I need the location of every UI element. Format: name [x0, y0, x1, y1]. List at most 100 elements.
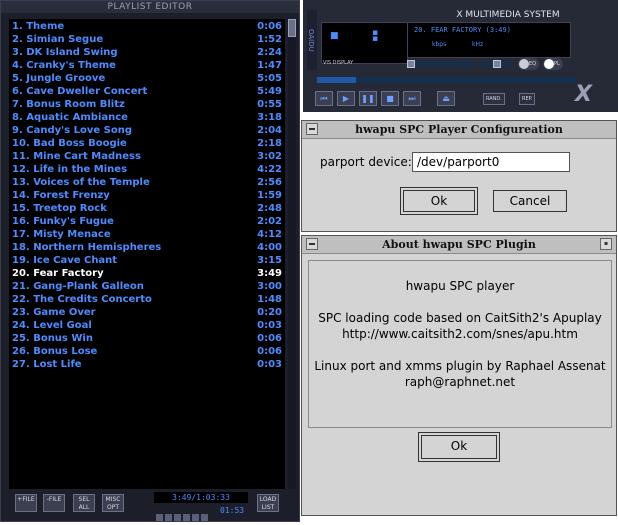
- config-title: hwapu SPC Player Configureation: [355, 123, 563, 136]
- repeat-label: REP.: [522, 96, 533, 102]
- playlist-titlebar[interactable]: PLAYLIST EDITOR: [1, 1, 299, 13]
- play-button[interactable]: ▶: [337, 91, 355, 106]
- khz-label: kHz: [472, 41, 484, 48]
- playlist-item[interactable]: 3. DK Island Swing 2:24: [12, 46, 284, 59]
- mini-previous-icon[interactable]: [156, 514, 163, 521]
- misc-options-button[interactable]: MISC OPT: [102, 494, 124, 512]
- about-credits-line: SPC loading code based on CaitSith2's Ap…: [318, 311, 602, 325]
- eq-toggle-label: EQ: [529, 61, 537, 67]
- xmms-logo-icon[interactable]: X: [575, 82, 592, 107]
- playlist-scroll-thumb[interactable]: [288, 19, 296, 37]
- playlist-item[interactable]: 13. Voices of the Temple 2:56: [12, 176, 284, 189]
- pl-toggle-label: PL: [554, 61, 560, 67]
- eq-toggle[interactable]: EQ: [518, 58, 540, 70]
- playlist-item[interactable]: 7. Bonus Room Blitz 0:55: [12, 98, 284, 111]
- playlist-item[interactable]: 21. Gang-Plank Galleon 3:00: [12, 280, 284, 293]
- volume-slider[interactable]: [407, 60, 475, 68]
- playlist-toggle[interactable]: PL: [543, 58, 563, 70]
- playlist-item-duration: 3:00: [257, 281, 282, 292]
- playlist-item-title: 22. The Credits Concerto: [12, 294, 152, 305]
- remove-file-button[interactable]: -FILE: [43, 494, 65, 512]
- playlist-item[interactable]: 19. Ice Cave Chant 3:15: [12, 254, 284, 267]
- playlist-item-title: 3. DK Island Swing: [12, 47, 118, 58]
- config-cancel-button[interactable]: Cancel: [493, 190, 567, 212]
- playlist-item[interactable]: 9. Candy's Love Song 2:04: [12, 124, 284, 137]
- playlist-item-duration: 1:52: [257, 34, 282, 45]
- playlist-time-display: 3:49/1:03:33: [154, 492, 248, 503]
- playlist-mini-time: 01:53: [220, 506, 245, 515]
- playlist-item[interactable]: 26. Bonus Lose 0:06: [12, 345, 284, 358]
- playlist-item-duration: 3:49: [257, 268, 282, 279]
- playlist-item[interactable]: 15. Treetop Rock 2:48: [12, 202, 284, 215]
- mini-play-icon[interactable]: [165, 514, 172, 521]
- pause-icon: ❚❚: [361, 94, 375, 103]
- config-titlebar[interactable]: hwapu SPC Player Configureation: [302, 121, 616, 139]
- previous-button[interactable]: ⏮: [315, 91, 333, 106]
- mini-eject-icon[interactable]: [201, 514, 208, 521]
- about-content-frame: hwapu SPC player SPC loading code based …: [308, 260, 612, 428]
- playlist-item-duration: 5:05: [257, 73, 282, 84]
- about-minimize-icon[interactable]: ▪: [600, 238, 612, 250]
- visualizer-label: VIS DISPLAY: [323, 60, 354, 66]
- playlist-item-duration: 0:06: [257, 21, 282, 32]
- config-ok-button[interactable]: Ok: [400, 187, 478, 215]
- playlist-item-title: 10. Bad Boss Boogie: [12, 138, 127, 149]
- previous-icon: ⏮: [320, 94, 328, 103]
- next-button[interactable]: ⏭: [403, 91, 421, 106]
- stop-button[interactable]: ■: [381, 91, 399, 106]
- playlist-item[interactable]: 18. Northern Hemispheres 4:00: [12, 241, 284, 254]
- load-list-button[interactable]: LOAD LIST: [257, 494, 279, 512]
- playlist-item-duration: 4:00: [257, 242, 282, 253]
- playlist-item[interactable]: 4. Cranky's Theme 1:47: [12, 59, 284, 72]
- playlist-item[interactable]: 22. The Credits Concerto 1:48: [12, 293, 284, 306]
- about-titlebar[interactable]: About hwapu SPC Plugin ▪: [302, 236, 616, 254]
- playlist-item[interactable]: 2. Simian Segue 1:52: [12, 33, 284, 46]
- config-dialog: hwapu SPC Player Configureation parport …: [301, 120, 617, 232]
- playlist-item[interactable]: 16. Funky's Fugue 2:02: [12, 215, 284, 228]
- repeat-button[interactable]: REP.: [519, 93, 536, 105]
- playlist-item[interactable]: 17. Misty Menace 4:12: [12, 228, 284, 241]
- pause-button[interactable]: ❚❚: [359, 91, 377, 106]
- pl-toggle-indicator-icon: [544, 59, 554, 69]
- playlist-item[interactable]: 11. Mine Cart Madness 3:02: [12, 150, 284, 163]
- playlist-item[interactable]: 6. Cave Dweller Concert 5:49: [12, 85, 284, 98]
- playlist-item[interactable]: 1. Theme 0:06: [12, 20, 284, 33]
- playlist-item-title: 19. Ice Cave Chant: [12, 255, 118, 266]
- volume-knob[interactable]: [407, 60, 415, 68]
- select-all-button[interactable]: SEL ALL: [73, 494, 95, 512]
- playlist-item[interactable]: 25. Bonus Win 0:06: [12, 332, 284, 345]
- playlist-item[interactable]: 14. Forest Frenzy 1:59: [12, 189, 284, 202]
- mini-stop-icon[interactable]: [183, 514, 190, 521]
- random-button[interactable]: RAND.: [483, 93, 505, 105]
- playlist-item-title: 5. Jungle Groove: [12, 73, 106, 84]
- visualizer-display[interactable]: ■ ▪ ▪: [321, 22, 408, 64]
- playlist-item-title: 8. Aquatic Ambiance: [12, 112, 128, 123]
- playlist-item[interactable]: 12. Life in the Mines 4:22: [12, 163, 284, 176]
- playlist-item-title: 11. Mine Cart Madness: [12, 151, 141, 162]
- playlist-item[interactable]: 24. Level Goal 0:03: [12, 319, 284, 332]
- eject-button[interactable]: ⏏: [437, 91, 455, 106]
- parport-device-input[interactable]: [412, 152, 570, 172]
- mini-next-icon[interactable]: [192, 514, 199, 521]
- playlist-item-title: 9. Candy's Love Song: [12, 125, 132, 136]
- playlist-item[interactable]: 23. Game Over 0:20: [12, 306, 284, 319]
- playlist-item[interactable]: 5. Jungle Groove 5:05: [12, 72, 284, 85]
- about-ok-button[interactable]: Ok: [418, 432, 500, 462]
- playlist-item-duration: 0:03: [257, 320, 282, 331]
- playlist-item-title: 16. Funky's Fugue: [12, 216, 114, 227]
- playlist-item[interactable]: 27. Lost Life 0:03: [12, 358, 284, 371]
- playlist-item[interactable]: 10. Bad Boss Boogie 2:18: [12, 137, 284, 150]
- playlist-title: PLAYLIST EDITOR: [107, 2, 193, 12]
- mini-pause-icon[interactable]: [174, 514, 181, 521]
- balance-slider[interactable]: [481, 60, 511, 68]
- playlist-scrollbar[interactable]: [288, 19, 296, 489]
- balance-knob[interactable]: [493, 60, 501, 68]
- playlist-mini-controls: [156, 506, 216, 521]
- playlist-item-title: 17. Misty Menace: [12, 229, 111, 240]
- playlist-item-duration: 0:20: [257, 307, 282, 318]
- playlist-item[interactable]: 8. Aquatic Ambiance 3:18: [12, 111, 284, 124]
- playlist-item[interactable]: 20. Fear Factory 3:49: [12, 267, 284, 280]
- seek-bar[interactable]: [317, 77, 577, 83]
- playlist-list-frame: 1. Theme 0:06 2. Simian Segue 1:52 3. DK Isl…: [9, 19, 285, 489]
- add-file-button[interactable]: +FILE: [15, 494, 37, 512]
